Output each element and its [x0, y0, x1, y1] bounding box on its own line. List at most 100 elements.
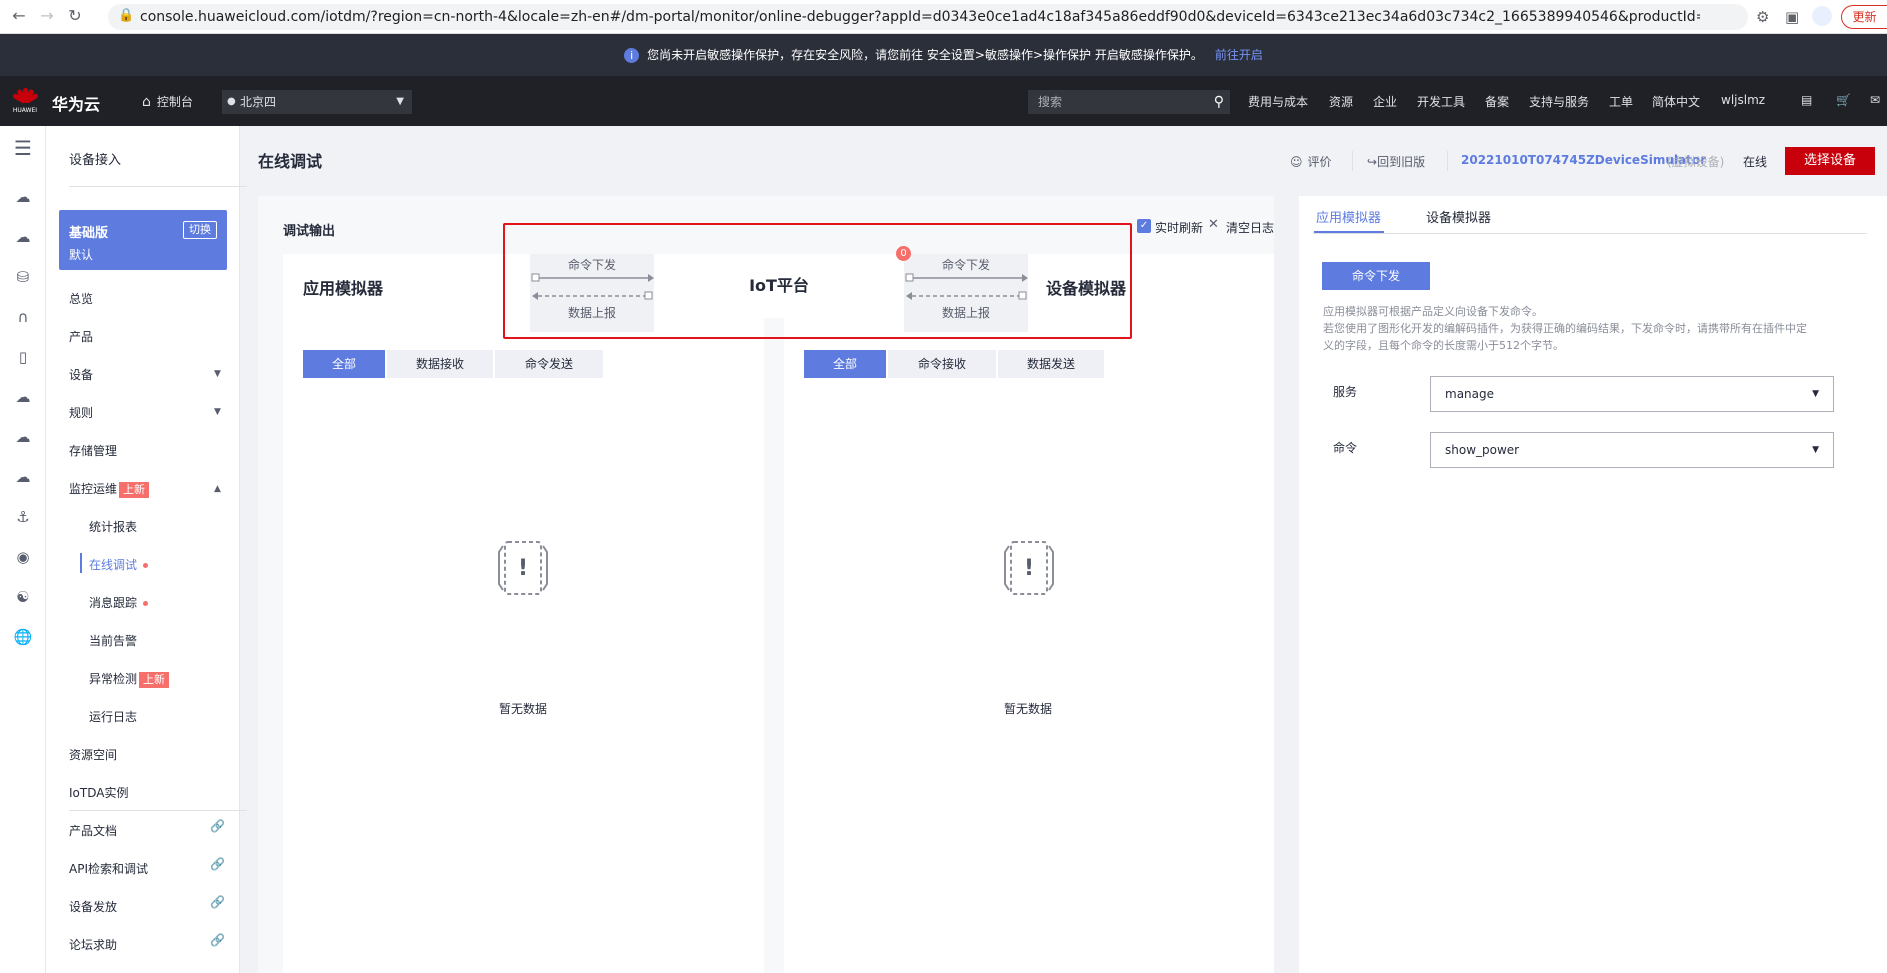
svg-text:!: ! — [518, 556, 528, 581]
browser-toolbar: ← → ↻ 🔒 console.huaweicloud.com/iotdm/?r… — [0, 0, 1887, 34]
update-button[interactable]: 更新 — [1841, 5, 1887, 29]
reload-icon[interactable]: ↻ — [64, 6, 86, 25]
brand-name[interactable]: 华为云 — [52, 91, 100, 115]
back-icon[interactable]: ← — [8, 6, 30, 25]
sidebar-item-docs[interactable]: 产品文档 — [69, 822, 117, 839]
empty-text: 暂无数据 — [1003, 702, 1052, 716]
tab-device-simulator[interactable]: 设备模拟器 — [1426, 207, 1491, 226]
console-link[interactable]: ⌂ 控制台 — [142, 93, 193, 110]
nav-devtools[interactable]: 开发工具 — [1417, 93, 1465, 110]
nav-resources[interactable]: 资源 — [1329, 93, 1353, 110]
cmd-down-label: 命令下发 — [567, 258, 616, 272]
cmd-down-label: 命令下发 — [941, 258, 990, 272]
new-badge: 上新 — [139, 672, 170, 688]
forward-icon[interactable]: → — [36, 6, 58, 25]
ip-icon[interactable]: ◉ — [12, 548, 34, 566]
chevron-down-icon: ▼ — [396, 96, 404, 107]
notice-link[interactable]: 前往开启 — [1215, 48, 1263, 62]
tab-all-left[interactable]: 全部 — [303, 350, 385, 378]
service-rail: ☰ ☁ ☁ ⛁ ∩ ▯ ☁ ☁ ☁ ⚓ ◉ ☯ 🌐 — [0, 126, 46, 973]
sidebar-item-run-log[interactable]: 运行日志 — [89, 708, 137, 725]
device-status: 在线 — [1743, 155, 1768, 169]
back-old-link[interactable]: ↪回到旧版 — [1367, 153, 1425, 170]
sidebar-item-api[interactable]: API检索和调试 — [69, 860, 148, 877]
huawei-logo[interactable]: HUAWEI — [10, 86, 40, 116]
tab-app-simulator[interactable]: 应用模拟器 — [1316, 207, 1381, 226]
search-input[interactable]: 搜索 ⚲ — [1028, 90, 1230, 114]
realtime-label[interactable]: 实时刷新 — [1155, 219, 1203, 236]
sidebar: 设备接入 基础版 默认 切换 — [46, 126, 247, 973]
device-tag: (虚拟设备) — [1667, 155, 1725, 169]
close-icon[interactable]: ✕ — [1208, 217, 1219, 232]
select-device-button[interactable]: 选择设备 — [1785, 147, 1875, 175]
sidebar-item-iotda[interactable]: IoTDA实例 — [69, 784, 128, 801]
profile-avatar[interactable] — [1812, 6, 1832, 26]
tab-cmd-send[interactable]: 命令发送 — [495, 350, 603, 378]
database-icon[interactable]: ⛁ — [12, 268, 34, 286]
chevron-down-icon: ▼ — [1812, 445, 1819, 455]
sidebar-item-monitor[interactable]: 监控运维 上新 — [69, 480, 150, 498]
empty-data-icon: ! — [498, 541, 548, 595]
divider — [1313, 233, 1867, 234]
clear-log-button[interactable]: 清空日志 — [1226, 219, 1274, 236]
nav-language[interactable]: 简体中文 — [1652, 93, 1700, 110]
user-menu[interactable]: wljslmz — [1721, 93, 1765, 107]
nav-support[interactable]: 支持与服务 — [1529, 93, 1589, 110]
anchor-icon[interactable]: ⚓ — [12, 508, 34, 526]
iot-platform-box: IoT平台 — [654, 254, 904, 318]
service-select[interactable]: manage ▼ — [1430, 376, 1834, 412]
sidebar-item-device[interactable]: 设备 — [69, 366, 93, 383]
cloud-sync-icon[interactable]: ☁ — [12, 468, 34, 486]
tab-cmd-receive[interactable]: 命令接收 — [888, 350, 996, 378]
realtime-checkbox[interactable]: ✓ — [1137, 219, 1151, 233]
description-line: 义的字段，且每个命令的长度需小于512个字节。 — [1323, 339, 1564, 352]
cart-icon[interactable]: 🛒 — [1836, 93, 1851, 107]
cloud-network-icon[interactable]: ☁ — [12, 428, 34, 446]
sidepanel-icon[interactable]: ▣ — [1785, 8, 1799, 26]
sidebar-item-anomaly[interactable]: 异常检测 上新 — [89, 670, 170, 688]
tab-data-receive[interactable]: 数据接收 — [387, 350, 493, 378]
region-select[interactable]: ● 北京四 ▼ — [222, 90, 412, 114]
sidebar-item-overview[interactable]: 总览 — [69, 290, 93, 307]
search-icon[interactable]: ⚲ — [1214, 90, 1224, 114]
dot-indicator — [143, 563, 149, 568]
switch-edition-button[interactable]: 切换 — [183, 221, 217, 239]
cluster-icon[interactable]: ☯ — [12, 588, 34, 606]
cloud-outline-icon[interactable]: ☁ — [12, 388, 34, 406]
terminal-icon[interactable]: ▤ — [1801, 93, 1812, 107]
cloud-icon[interactable]: ☁ — [12, 228, 34, 246]
sidebar-item-provision[interactable]: 设备发放 — [69, 898, 117, 915]
address-bar[interactable]: 🔒 console.huaweicloud.com/iotdm/?region=… — [108, 4, 1748, 30]
rate-link[interactable]: ☺ 评价 — [1290, 153, 1332, 170]
sidebar-item-resource-space[interactable]: 资源空间 — [69, 746, 117, 763]
data-up-label: 数据上报 — [941, 306, 990, 320]
sidebar-item-forum[interactable]: 论坛求助 — [69, 936, 117, 953]
sidebar-item-product[interactable]: 产品 — [69, 328, 93, 345]
globe-icon[interactable]: 🌐 — [12, 628, 34, 646]
sidebar-item-online-debug[interactable]: 在线调试 — [89, 556, 149, 573]
storage-icon[interactable]: ▯ — [12, 348, 34, 366]
sidebar-item-alarms[interactable]: 当前告警 — [89, 632, 137, 649]
bridge-icon[interactable]: ∩ — [12, 308, 34, 326]
cloud-server-icon[interactable]: ☁ — [12, 188, 34, 206]
divider — [69, 810, 247, 811]
command-select[interactable]: show_power ▼ — [1430, 432, 1834, 468]
device-simulator-title: 设备模拟器 — [1046, 279, 1127, 298]
nav-icp[interactable]: 备案 — [1485, 93, 1509, 110]
tab-all-right[interactable]: 全部 — [804, 350, 886, 378]
sidebar-item-rules[interactable]: 规则 — [69, 404, 93, 421]
sidebar-item-stats[interactable]: 统计报表 — [89, 518, 137, 535]
service-label: 服务 — [1333, 385, 1358, 399]
active-tab-underline — [1314, 231, 1384, 233]
menu-icon[interactable]: ☰ — [12, 136, 34, 160]
nav-billing[interactable]: 费用与成本 — [1248, 93, 1308, 110]
url-text: console.huaweicloud.com/iotdm/?region=cn… — [140, 9, 1700, 25]
send-command-button[interactable]: 命令下发 — [1322, 262, 1430, 290]
nav-tickets[interactable]: 工单 — [1609, 93, 1633, 110]
extensions-icon[interactable]: ⚙ — [1756, 8, 1769, 26]
sidebar-item-msg-trace[interactable]: 消息跟踪 — [89, 594, 149, 611]
mail-icon[interactable]: ✉ — [1870, 93, 1880, 107]
tab-data-send[interactable]: 数据发送 — [998, 350, 1104, 378]
nav-enterprise[interactable]: 企业 — [1373, 93, 1397, 110]
sidebar-item-storage[interactable]: 存储管理 — [69, 442, 117, 459]
